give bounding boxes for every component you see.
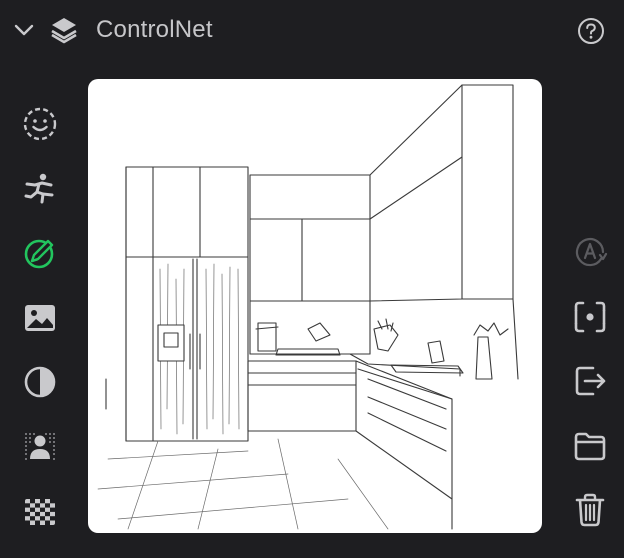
kitchen-sketch-image (97, 84, 519, 530)
question-circle-icon[interactable] (576, 16, 606, 46)
open-folder-button[interactable] (566, 424, 614, 468)
image-button[interactable] (18, 296, 62, 340)
export-button[interactable] (566, 359, 614, 403)
trash-icon (575, 494, 605, 527)
a-circle-icon (575, 237, 608, 267)
panel-header: ControlNet (0, 0, 624, 62)
running-figure-icon (24, 173, 54, 204)
pencil-circle-icon (24, 239, 54, 269)
delete-button[interactable] (566, 488, 614, 532)
tile-button[interactable] (18, 490, 62, 534)
face-detect-button[interactable] (18, 102, 62, 146)
dashed-smiley-icon (23, 107, 57, 141)
checkerboard-icon (25, 498, 55, 525)
panel-title: ControlNet (96, 16, 213, 43)
chevron-down-icon[interactable] (12, 18, 36, 42)
auto-annotate-button[interactable] (566, 230, 614, 274)
right-toolbar (566, 230, 614, 553)
folder-icon (574, 432, 606, 461)
control-image-preview[interactable] (88, 79, 542, 533)
person-dotted-icon (25, 432, 55, 460)
focus-frame-icon (574, 301, 606, 332)
export-arrow-icon (575, 366, 606, 396)
left-toolbar (18, 102, 64, 554)
half-circle-icon (24, 367, 56, 398)
pose-button[interactable] (18, 167, 62, 211)
image-icon (25, 304, 55, 331)
capture-button[interactable] (566, 295, 614, 339)
contrast-button[interactable] (18, 360, 62, 404)
scribble-button[interactable] (18, 231, 62, 275)
stack-layers-icon (48, 14, 80, 46)
portrait-depth-button[interactable] (18, 425, 62, 469)
